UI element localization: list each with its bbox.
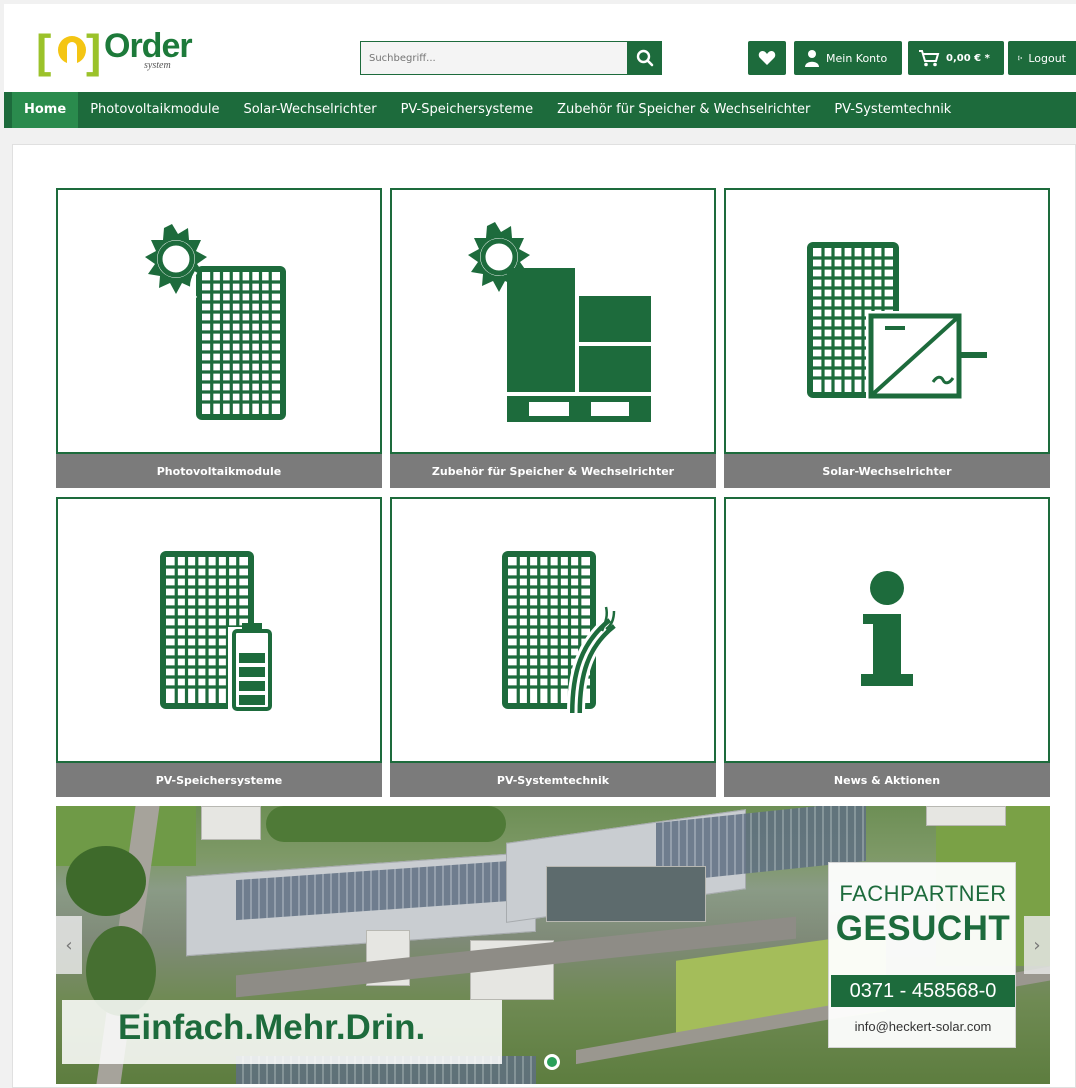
heart-icon	[758, 51, 776, 65]
module-battery-icon	[160, 551, 276, 713]
wishlist-button[interactable]	[748, 41, 786, 75]
tile-label: Solar-Wechselrichter	[724, 454, 1050, 488]
tile-label: PV-Systemtechnik	[390, 763, 716, 797]
slider-next-button[interactable]: ›	[1024, 916, 1050, 974]
cart-icon	[919, 50, 940, 67]
banner-building	[926, 806, 1006, 826]
logout-icon	[1018, 55, 1023, 61]
tile-image	[56, 497, 382, 763]
promo-email: info@heckert-solar.com	[854, 1019, 992, 1034]
info-icon	[861, 571, 913, 686]
tile-label: Photovoltaikmodule	[56, 454, 382, 488]
logo-bracket-right: ]	[86, 25, 102, 77]
search-bar	[360, 41, 662, 75]
chevron-left-icon: ‹	[65, 934, 73, 956]
logo-subtext: system	[144, 60, 171, 71]
promo-headline: GESUCHT	[835, 909, 1011, 948]
account-button[interactable]: Mein Konto	[794, 41, 902, 75]
slider-prev-button[interactable]: ‹	[56, 916, 82, 974]
banner-tree	[266, 806, 506, 842]
category-tile-pv-systemtechnik[interactable]: PV-Systemtechnik	[390, 497, 716, 797]
tile-image	[56, 188, 382, 454]
tile-image	[724, 497, 1050, 763]
search-input[interactable]	[360, 41, 628, 75]
tile-label: Zubehör für Speicher & Wechselrichter	[390, 454, 716, 488]
nav-item-pv-systemtechnik[interactable]: PV-Systemtechnik	[822, 92, 963, 128]
search-icon	[636, 49, 654, 67]
tile-label: PV-Speichersysteme	[56, 763, 382, 797]
slogan-box: Einfach.Mehr.Drin.	[62, 1000, 502, 1064]
category-tile-news-aktionen[interactable]: News & Aktionen	[724, 497, 1050, 797]
tile-label: News & Aktionen	[724, 763, 1050, 797]
category-tile-solar-wechselrichter[interactable]: Solar-Wechselrichter	[724, 188, 1050, 488]
nav-item-solar-wechselrichter[interactable]: Solar-Wechselrichter	[231, 92, 388, 128]
slogan: Einfach.Mehr.Drin.	[118, 1008, 426, 1047]
logout-button[interactable]: Logout	[1008, 41, 1076, 75]
logo[interactable]: [ ] Order system	[36, 26, 216, 82]
nav-item-pv-speichersysteme[interactable]: PV-Speichersysteme	[389, 92, 546, 128]
module-cable-icon	[502, 551, 618, 714]
promo-card[interactable]: FACHPARTNER GESUCHT 0371 - 458568-0 info…	[828, 862, 1016, 1048]
cart-button[interactable]: 0,00 € *	[908, 41, 1004, 75]
chevron-right-icon: ›	[1033, 934, 1041, 956]
category-tile-photovoltaikmodule[interactable]: Photovoltaikmodule	[56, 188, 382, 488]
category-tile-pv-speichersysteme[interactable]: PV-Speichersysteme	[56, 497, 382, 797]
banner-building	[201, 806, 261, 840]
account-label: Mein Konto	[826, 51, 888, 65]
pallet-boxes-sun-icon	[468, 222, 651, 422]
banner-office	[546, 866, 706, 922]
tile-image	[390, 497, 716, 763]
module-inverter-icon	[807, 242, 987, 401]
cart-total: 0,00 € *	[946, 52, 990, 64]
nav-item-zubehoer[interactable]: Zubehör für Speicher & Wechselrichter	[545, 92, 822, 128]
logo-emblem-icon	[58, 36, 86, 64]
nav-item-home[interactable]: Home	[12, 92, 79, 128]
nav-item-photovoltaikmodule[interactable]: Photovoltaikmodule	[78, 92, 231, 128]
hero-banner: ‹ › FACHPARTNER GESUCHT 0371 - 458568-0 …	[56, 806, 1050, 1084]
logo-bracket-left: [	[36, 25, 52, 77]
promo-title: FACHPARTNER	[839, 881, 1007, 906]
search-button[interactable]	[628, 41, 662, 75]
solar-module-sun-icon	[145, 224, 286, 420]
user-icon	[805, 50, 819, 67]
promo-phone: 0371 - 458568-0	[831, 975, 1015, 1007]
banner-tree	[66, 846, 146, 916]
tile-image	[390, 188, 716, 454]
category-tile-zubehoer[interactable]: Zubehör für Speicher & Wechselrichter	[390, 188, 716, 488]
slider-dot[interactable]	[544, 1054, 560, 1070]
main-nav: Home Photovoltaikmodule Solar-Wechselric…	[4, 92, 1076, 128]
tile-image	[724, 188, 1050, 454]
header: [ ] Order system Mein Konto	[4, 4, 1076, 92]
logout-label: Logout	[1028, 51, 1066, 65]
